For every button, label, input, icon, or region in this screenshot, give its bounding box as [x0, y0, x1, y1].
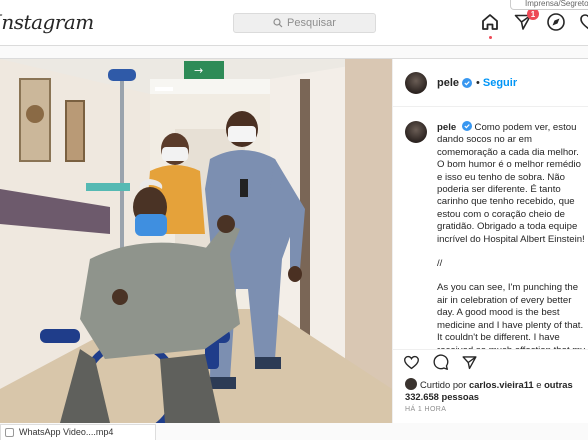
direct-messages-icon[interactable]: 1: [513, 8, 539, 32]
post-sidebar: pele • Seguir pele Como podem ver, estou…: [392, 59, 588, 423]
post-caption: pele Como podem ver, estou dando socos n…: [405, 121, 588, 349]
liker-avatar[interactable]: [405, 378, 417, 390]
search-input[interactable]: Pesquisar: [233, 13, 376, 33]
caption-author-avatar[interactable]: [405, 121, 427, 143]
exit-sign-arrow: →: [194, 64, 203, 77]
verified-badge-icon: [461, 121, 472, 131]
post-actions: Curtido por carlos.vieira11 e outras 332…: [393, 349, 588, 423]
explore-icon[interactable]: [546, 12, 566, 32]
author-avatar[interactable]: [405, 71, 427, 94]
download-item[interactable]: WhatsApp Video....mp4: [0, 424, 156, 440]
likes-summary: Curtido por carlos.vieira11 e outras 332…: [405, 378, 585, 403]
verified-badge-icon: [462, 77, 473, 88]
caption-text-portuguese: Como podem ver, estou dando socos no ar …: [437, 122, 585, 245]
instagram-page: Instagram Pesquisar 1 Imprensa/Segreto →…: [0, 0, 588, 440]
download-filename: WhatsApp Video....mp4: [19, 427, 114, 437]
home-icon[interactable]: [480, 12, 500, 39]
browser-print-tab[interactable]: Imprensa/Segreto: [510, 0, 588, 10]
search-icon: [273, 18, 283, 28]
liked-prefix: Curtido por: [420, 379, 467, 390]
liked-and: e: [536, 379, 542, 390]
author-username[interactable]: pele: [437, 77, 459, 89]
caption-text-english: As you can see, I'm punching the air in …: [437, 282, 585, 349]
like-heart-icon[interactable]: [403, 354, 420, 371]
nav-icons: 1: [480, 8, 588, 39]
instagram-logo[interactable]: Instagram: [0, 10, 94, 34]
post-card: → pele • Seguir pele Como podem ver, est…: [0, 58, 588, 423]
follow-button[interactable]: Seguir: [483, 77, 517, 89]
share-icon[interactable]: [461, 354, 478, 371]
header-separator: •: [476, 76, 480, 89]
post-timestamp[interactable]: HÁ 1 HORA: [405, 406, 446, 413]
caption-username[interactable]: pele: [437, 122, 456, 133]
search-placeholder: Pesquisar: [287, 17, 336, 29]
caption-separator: //: [437, 258, 443, 270]
comment-icon[interactable]: [432, 354, 449, 371]
file-icon: [5, 428, 14, 437]
hospital-scene-image: →: [0, 59, 392, 423]
activity-heart-icon[interactable]: [579, 12, 588, 32]
post-header: pele • Seguir: [393, 59, 588, 107]
liked-by-user[interactable]: carlos.vieira11: [469, 379, 534, 390]
top-nav: Instagram Pesquisar 1 Imprensa/Segreto: [0, 0, 588, 46]
post-photo[interactable]: →: [0, 59, 392, 423]
active-dot: [489, 36, 492, 39]
